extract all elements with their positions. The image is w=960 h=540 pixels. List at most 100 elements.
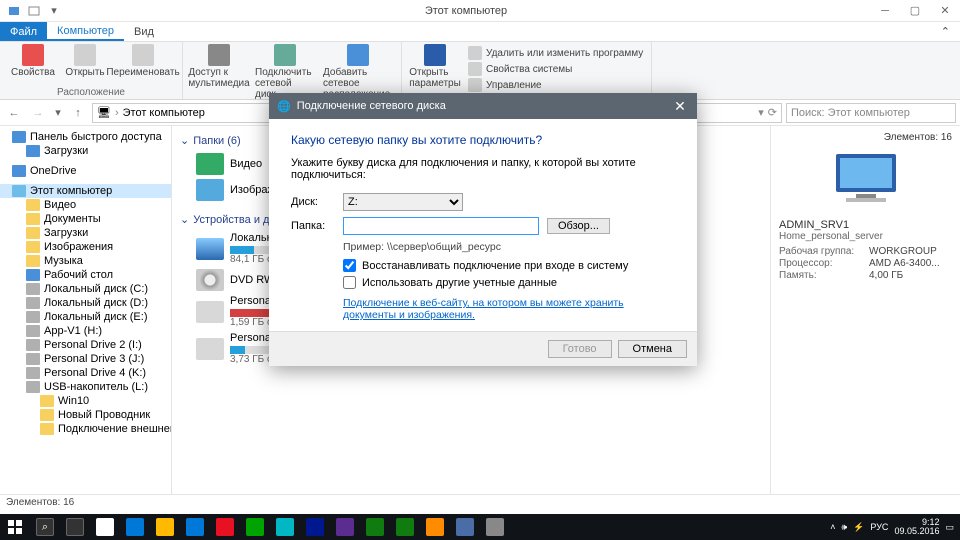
up-button[interactable]: ↑	[68, 103, 88, 123]
add-netloc-button[interactable]: Добавить сетевое расположение	[319, 44, 397, 100]
cloud-icon	[12, 165, 26, 177]
sysprops-button[interactable]: Свойства системы	[464, 61, 647, 77]
qat-icon[interactable]	[6, 3, 22, 19]
taskbar-app[interactable]	[450, 514, 480, 540]
tray-icon[interactable]: 🕪	[842, 522, 848, 533]
nav-this-pc[interactable]: Этот компьютер	[0, 184, 171, 198]
nav-appv[interactable]: App-V1 (H:)	[0, 324, 171, 338]
drive-icon	[196, 338, 224, 360]
nav-downloads[interactable]: Загрузки	[0, 144, 171, 158]
tray-up-icon[interactable]: ˄	[830, 522, 835, 532]
nav-win10[interactable]: Win10	[0, 394, 171, 408]
cancel-button[interactable]: Отмена	[618, 340, 687, 358]
maximize-button[interactable]: ▢	[900, 0, 930, 22]
website-link[interactable]: Подключение к веб-сайту, на котором вы м…	[343, 297, 675, 321]
nav-local-c[interactable]: Локальный диск (C:)	[0, 282, 171, 296]
drive-icon	[26, 283, 40, 295]
uninstall-button[interactable]: Удалить или изменить программу	[464, 45, 647, 61]
map-drive-dialog: 🌐 Подключение сетевого диска ✕ Какую сет…	[269, 93, 697, 366]
taskbar-app[interactable]	[120, 514, 150, 540]
properties-button[interactable]: Свойства	[4, 44, 62, 78]
taskbar-app[interactable]	[240, 514, 270, 540]
drive-icon	[26, 353, 40, 365]
rename-button[interactable]: Переименовать	[108, 44, 178, 78]
taskbar-app[interactable]	[330, 514, 360, 540]
nav-onedrive[interactable]: OneDrive	[0, 164, 171, 178]
search-input[interactable]: Поиск: Этот компьютер	[786, 103, 956, 123]
nav-images[interactable]: Изображения	[0, 240, 171, 254]
taskbar-app[interactable]	[300, 514, 330, 540]
taskbar-app[interactable]	[180, 514, 210, 540]
minimize-button[interactable]: ─	[870, 0, 900, 22]
taskbar-app[interactable]	[480, 514, 510, 540]
clock[interactable]: 9:1209.05.2016	[894, 518, 939, 537]
dialog-title: Подключение сетевого диска	[297, 100, 446, 112]
dropdown-icon[interactable]: ▾	[758, 106, 764, 119]
manage-button[interactable]: Управление	[464, 77, 647, 93]
tab-view[interactable]: Вид	[124, 22, 164, 41]
start-button[interactable]	[0, 514, 30, 540]
folder-icon	[40, 395, 54, 407]
nav-downloads[interactable]: Загрузки	[0, 226, 171, 240]
taskbar-app[interactable]	[150, 514, 180, 540]
folder-input[interactable]	[343, 217, 539, 235]
nav-pd4[interactable]: Personal Drive 4 (K:)	[0, 366, 171, 380]
drive-select[interactable]: Z:	[343, 193, 463, 211]
nav-newexplorer[interactable]: Новый Проводник	[0, 408, 171, 422]
finish-button[interactable]: Готово	[548, 340, 612, 358]
nav-quick-access[interactable]: Панель быстрого доступа	[0, 130, 171, 144]
nav-video[interactable]: Видео	[0, 198, 171, 212]
back-button[interactable]: ←	[4, 103, 24, 123]
nav-extconn[interactable]: Подключение внешнего н	[0, 422, 171, 436]
nav-documents[interactable]: Документы	[0, 212, 171, 226]
pc-icon	[12, 185, 26, 197]
drive-icon	[26, 297, 40, 309]
history-dropdown[interactable]: ▾	[52, 103, 64, 123]
refresh-icon[interactable]: ⟳	[768, 106, 777, 119]
taskbar-app[interactable]	[270, 514, 300, 540]
navigation-tree: Панель быстрого доступа Загрузки OneDriv…	[0, 126, 172, 494]
close-button[interactable]: ✕	[671, 98, 689, 115]
othercreds-checkbox[interactable]: Использовать другие учетные данные	[343, 276, 675, 289]
nav-local-e[interactable]: Локальный диск (E:)	[0, 310, 171, 324]
drive-icon	[196, 301, 224, 323]
computer-desc: Home_personal_server	[779, 231, 952, 242]
nav-pd3[interactable]: Personal Drive 3 (J:)	[0, 352, 171, 366]
tab-file[interactable]: Файл	[0, 22, 47, 41]
close-button[interactable]: ✕	[930, 0, 960, 22]
taskbar-app[interactable]	[390, 514, 420, 540]
nav-desktop[interactable]: Рабочий стол	[0, 268, 171, 282]
window-title: Этот компьютер	[62, 5, 870, 17]
forward-button[interactable]: →	[28, 103, 48, 123]
language-indicator[interactable]: РУС	[870, 522, 888, 532]
taskbar: ⌕ ˄ 🕪 ⚡ РУС 9:1209.05.2016 ▭	[0, 514, 960, 540]
nav-music[interactable]: Музыка	[0, 254, 171, 268]
nav-usb[interactable]: USB-накопитель (L:)	[0, 380, 171, 394]
chevron-down-icon: ⌄	[180, 213, 189, 226]
computer-name: ADMIN_SRV1	[779, 219, 952, 231]
map-drive-button[interactable]: Подключить сетевой диск	[251, 44, 319, 100]
tab-computer[interactable]: Компьютер	[47, 22, 124, 41]
notifications-icon[interactable]: ▭	[945, 522, 954, 533]
ribbon-collapse-icon[interactable]: ⌃	[931, 22, 960, 41]
nav-local-d[interactable]: Локальный диск (D:)	[0, 296, 171, 310]
details-pane: Элементов: 16 ADMIN_SRV1 Home_personal_s…	[770, 126, 960, 494]
search-button[interactable]: ⌕	[30, 514, 60, 540]
nav-pd2[interactable]: Personal Drive 2 (I:)	[0, 338, 171, 352]
qat-icon[interactable]	[26, 3, 42, 19]
browse-button[interactable]: Обзор...	[547, 218, 610, 234]
ribbon-group-label: Расположение	[0, 87, 182, 99]
open-settings-button[interactable]: Открыть параметры	[406, 44, 464, 89]
taskbar-app[interactable]	[90, 514, 120, 540]
taskview-button[interactable]	[60, 514, 90, 540]
taskbar-app[interactable]	[420, 514, 450, 540]
qat-dropdown-icon[interactable]: ▾	[46, 3, 62, 19]
media-access-button[interactable]: Доступ к мультимедиа	[187, 44, 251, 89]
open-button[interactable]: Открыть	[62, 44, 108, 78]
taskbar-app[interactable]	[360, 514, 390, 540]
reconnect-checkbox[interactable]: Восстанавливать подключение при входе в …	[343, 259, 675, 272]
drive-icon	[26, 325, 40, 337]
tray-icon[interactable]: ⚡	[853, 522, 864, 533]
folder-icon	[26, 227, 40, 239]
taskbar-app[interactable]	[210, 514, 240, 540]
